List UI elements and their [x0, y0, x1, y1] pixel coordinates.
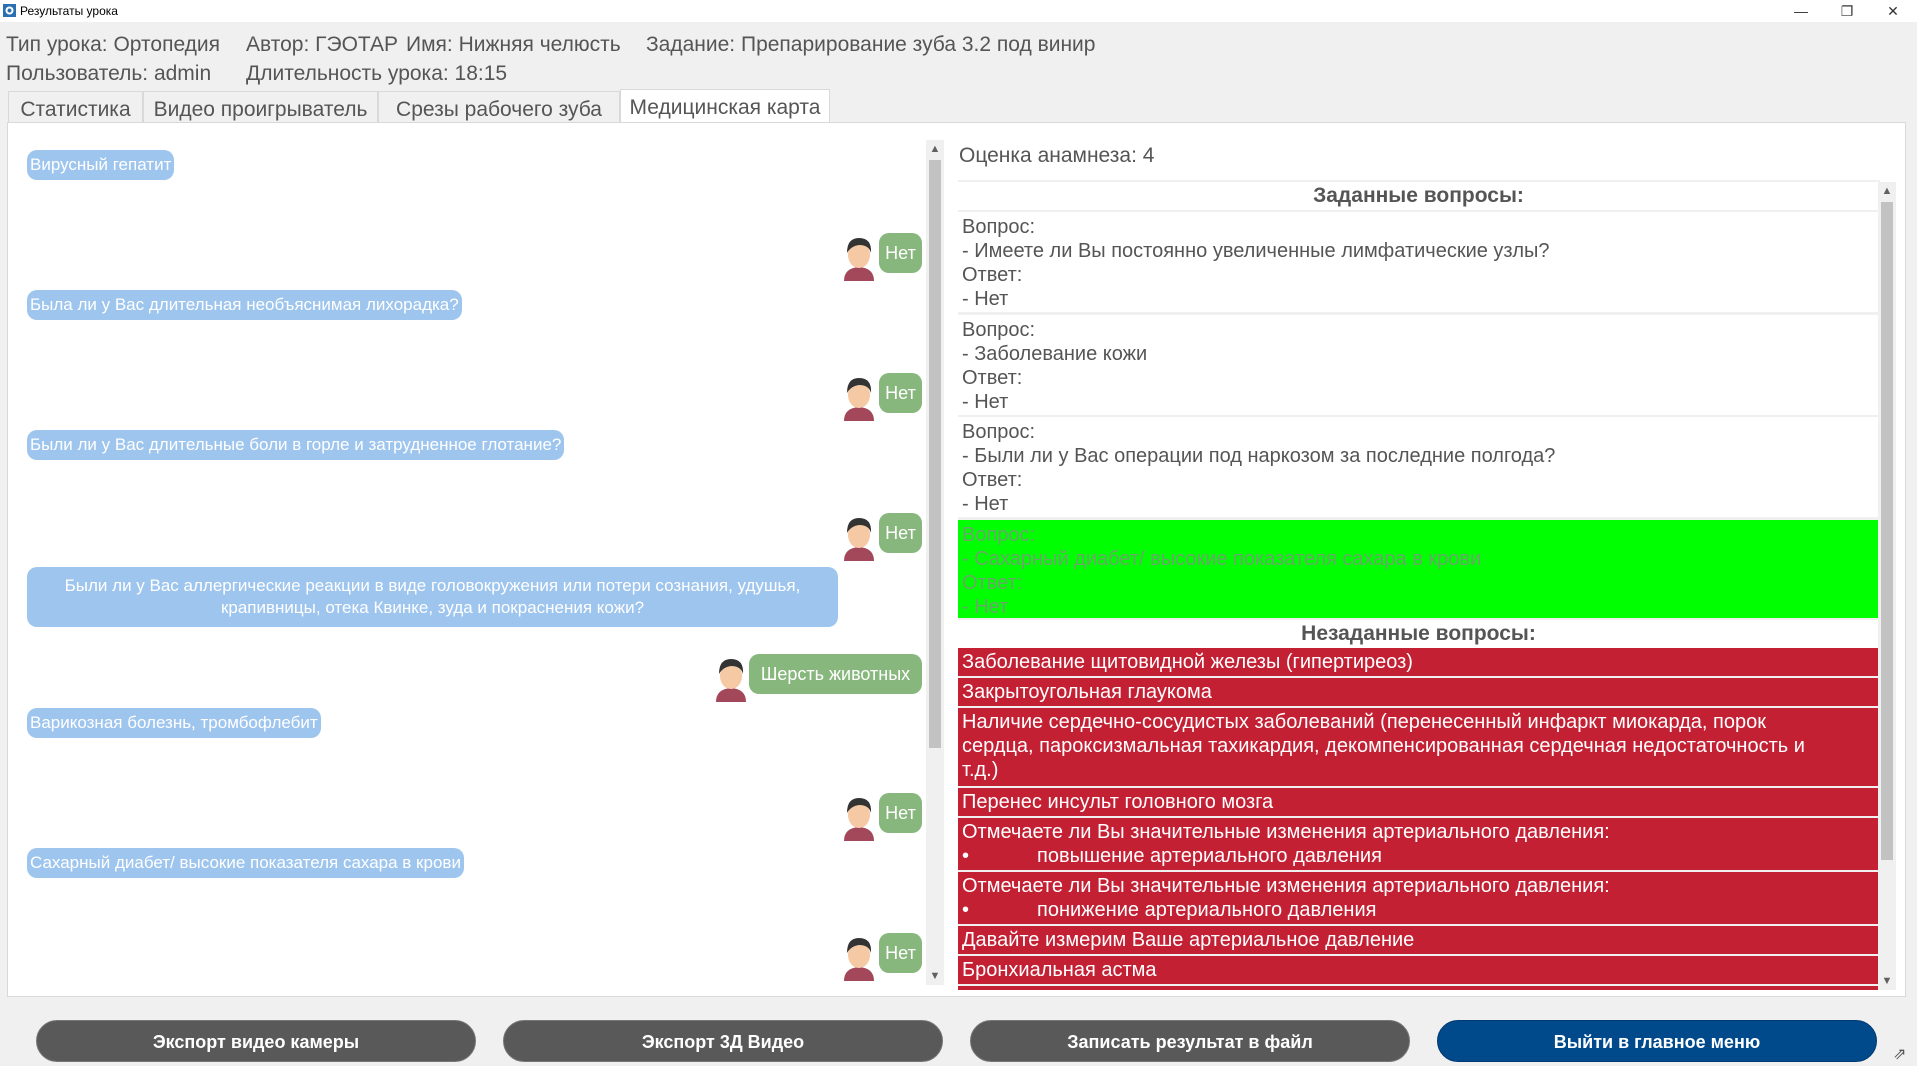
- unasked-header: Незаданные вопросы:: [958, 620, 1879, 648]
- user: Пользователь: admin: [6, 62, 212, 85]
- save-result-button[interactable]: Записать результат в файл: [970, 1020, 1410, 1062]
- tab-video-player[interactable]: Видео проигрыватель: [143, 91, 378, 123]
- unasked-question-partial: [958, 986, 1879, 990]
- export-3d-video-button[interactable]: Экспорт 3Д Видео: [503, 1020, 943, 1062]
- question-label: Вопрос:: [962, 216, 1036, 238]
- answer-label: Ответ:: [962, 367, 1023, 389]
- answer-label: Ответ:: [962, 264, 1023, 286]
- close-icon[interactable]: ✕: [1870, 0, 1916, 22]
- unasked-question-subitem: понижение артериального давления: [1037, 899, 1377, 921]
- export-camera-button[interactable]: Экспорт видео камеры: [36, 1020, 476, 1062]
- app-icon: [3, 4, 16, 17]
- unasked-question: Наличие сердечно-сосудистых заболеваний …: [958, 708, 1879, 786]
- answer-text: - Нет: [962, 391, 1009, 413]
- question-bubble: Были ли у Вас длительные боли в горле и …: [27, 430, 565, 460]
- avatar-icon: [844, 938, 874, 981]
- unasked-question: Заболевание щитовидной железы (гипертире…: [958, 648, 1879, 676]
- lesson-name: Имя: Нижняя челюсть: [406, 33, 621, 56]
- answer-bubble: Нет: [879, 793, 922, 833]
- question-label: Вопрос:: [962, 319, 1036, 341]
- avatar-icon: [716, 659, 746, 702]
- window-title: Результаты урока: [20, 4, 118, 18]
- unasked-question-line: • понижение артериального давления: [962, 898, 1879, 922]
- answer-bubble: Нет: [879, 233, 922, 273]
- unasked-question-line: сердца, пароксизмальная тахикардия, деко…: [962, 735, 1805, 757]
- answer-label: Ответ:: [962, 469, 1023, 491]
- bullet: •: [962, 899, 970, 921]
- question-label: Вопрос:: [962, 421, 1036, 443]
- scroll-thumb[interactable]: [929, 160, 941, 748]
- lesson-type: Тип урока: Ортопедия: [6, 33, 221, 56]
- asked-question-card: Вопрос: - Были ли у Вас операции под нар…: [958, 417, 1879, 517]
- author: Автор: ГЭОТАР: [246, 33, 399, 56]
- anamnesis-score: Оценка анамнеза: 4: [959, 144, 1155, 167]
- answer-text: - Нет: [962, 288, 1009, 310]
- unasked-question-subitem: повышение артериального давления: [1037, 845, 1382, 867]
- tab-statistics[interactable]: Статистика: [8, 91, 143, 123]
- answer-bubble: Нет: [879, 933, 922, 973]
- avatar-icon: [844, 378, 874, 421]
- unasked-question-line: • повышение артериального давления: [962, 844, 1879, 868]
- asked-question-card: Вопрос: - Имеете ли Вы постоянно увеличе…: [958, 212, 1879, 312]
- chat-panel[interactable]: Вирусный гепатит Нет Была ли у Вас длите…: [16, 140, 939, 990]
- question-text: - Сахарный диабет/ высокие показателя са…: [962, 548, 1482, 570]
- minimize-icon[interactable]: —: [1778, 0, 1824, 22]
- answer-bubble: Нет: [879, 513, 922, 553]
- asked-question-card-highlighted: Вопрос: - Сахарный диабет/ высокие показ…: [958, 520, 1879, 618]
- scroll-down-icon[interactable]: ▼: [1878, 972, 1896, 990]
- tab-medical-card[interactable]: Медицинская карта: [620, 89, 830, 123]
- questions-panel[interactable]: Заданные вопросы: Вопрос: - Имеете ли Вы…: [958, 180, 1880, 990]
- asked-header: Заданные вопросы:: [958, 182, 1879, 210]
- question-bubble: Были ли у Вас аллергические реакции в ви…: [27, 567, 838, 627]
- question-line: крапивницы, отека Квинке, зуда и покрасн…: [220, 598, 645, 617]
- answer-bubble: Нет: [879, 373, 922, 413]
- unasked-question-line: Наличие сердечно-сосудистых заболеваний …: [962, 711, 1766, 733]
- question-line: Были ли у Вас аллергические реакции в ви…: [64, 576, 801, 595]
- asked-question-card: Вопрос: - Заболевание кожи Ответ: - Нет: [958, 315, 1879, 415]
- bullet: •: [962, 845, 970, 867]
- unasked-question: Отмечаете ли Вы значительные изменения а…: [958, 818, 1879, 870]
- title-bar: Результаты урока — ❐ ✕: [0, 0, 1917, 22]
- unasked-question: Давайте измерим Ваше артериальное давлен…: [958, 926, 1879, 954]
- duration: Длительность урока: 18:15: [246, 62, 508, 85]
- unasked-question: Бронхиальная астма: [958, 956, 1879, 984]
- question-bubble: Была ли у Вас длительная необъяснимая ли…: [27, 290, 462, 320]
- question-bubble: Варикозная болезнь, тромбофлебит: [27, 708, 321, 738]
- unasked-question: Закрытоугольная глаукома: [958, 678, 1879, 706]
- questions-scrollbar[interactable]: ▲ ▼: [1878, 182, 1896, 990]
- unasked-question: Отмечаете ли Вы значительные изменения а…: [958, 872, 1879, 924]
- scroll-down-icon[interactable]: ▼: [926, 967, 944, 985]
- task: Задание: Препарирование зуба 3.2 под вин…: [646, 33, 1096, 56]
- exit-main-menu-button[interactable]: Выйти в главное меню: [1437, 1020, 1877, 1062]
- question-label: Вопрос:: [962, 524, 1036, 546]
- question-text: - Имеете ли Вы постоянно увеличенные лим…: [962, 240, 1550, 262]
- unasked-question-line: т.д.): [962, 759, 999, 781]
- question-text: - Были ли у Вас операции под наркозом за…: [962, 445, 1556, 467]
- scroll-thumb[interactable]: [1881, 202, 1893, 860]
- answer-bubble: Шерсть животных: [749, 654, 922, 694]
- chat-scrollbar[interactable]: ▲ ▼: [926, 140, 944, 985]
- avatar-icon: [844, 518, 874, 561]
- unasked-question-line: Отмечаете ли Вы значительные изменения а…: [962, 821, 1610, 843]
- avatar-icon: [844, 798, 874, 841]
- question-text: - Заболевание кожи: [962, 343, 1148, 365]
- restore-icon[interactable]: ❐: [1824, 0, 1870, 22]
- answer-label: Ответ:: [962, 572, 1023, 594]
- unasked-question-line: Отмечаете ли Вы значительные изменения а…: [962, 875, 1610, 897]
- scroll-up-icon[interactable]: ▲: [926, 140, 944, 158]
- question-bubble: Сахарный диабет/ высокие показателя саха…: [27, 848, 464, 878]
- question-bubble: Вирусный гепатит: [27, 150, 175, 180]
- avatar-icon: [844, 238, 874, 281]
- scroll-up-icon[interactable]: ▲: [1878, 182, 1896, 200]
- resize-grip-icon[interactable]: ⇗: [1893, 1044, 1911, 1063]
- unasked-question: Перенес инсульт головного мозга: [958, 788, 1879, 816]
- answer-text: - Нет: [962, 493, 1009, 515]
- answer-text: - Нет: [962, 596, 1009, 618]
- tab-tooth-slices[interactable]: Срезы рабочего зуба: [378, 91, 620, 123]
